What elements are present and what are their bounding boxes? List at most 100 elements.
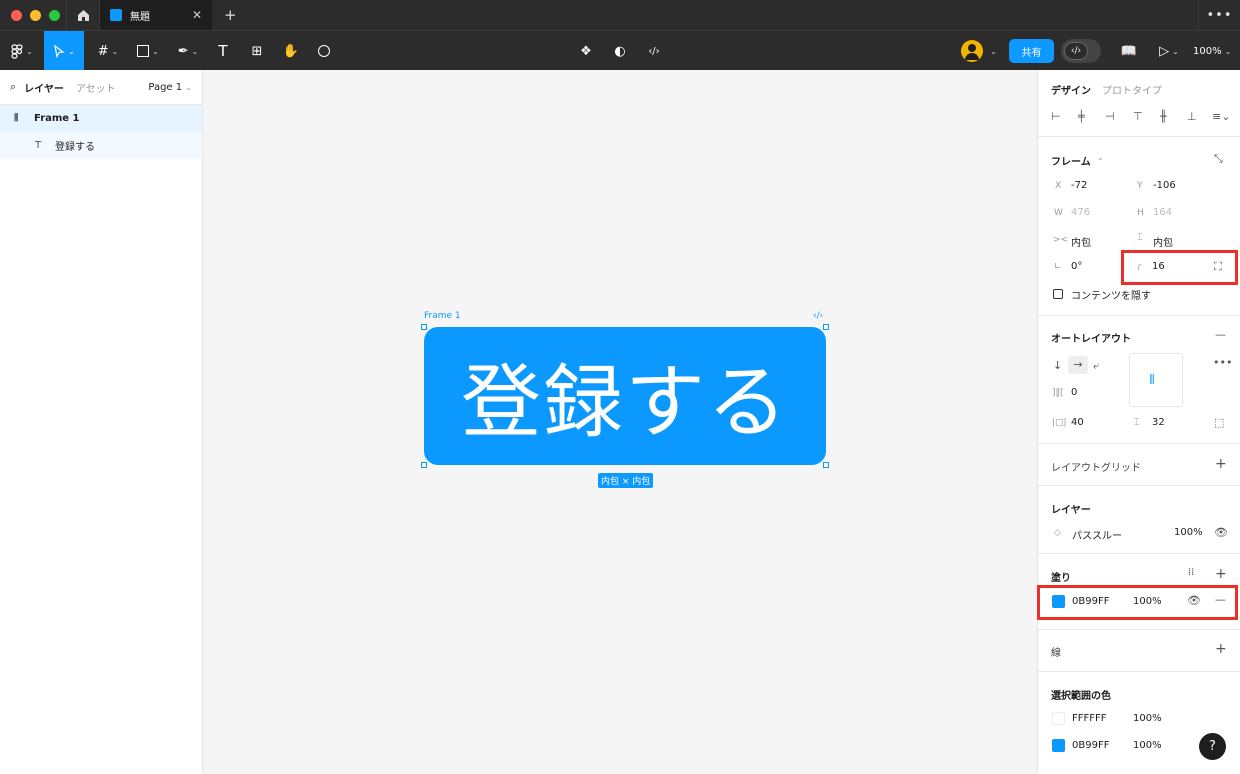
move-tool-button[interactable]: ⌄ bbox=[44, 31, 84, 71]
layer-row-frame[interactable]: ⦀ Frame 1 bbox=[0, 105, 202, 132]
color-hex[interactable]: 0B99FF bbox=[1072, 740, 1109, 751]
align-left-icon[interactable]: ⊢ bbox=[1051, 110, 1061, 123]
padding-horizontal-field[interactable]: 40 bbox=[1071, 417, 1084, 428]
styles-icon[interactable]: ⁞⁞ bbox=[1188, 567, 1194, 578]
new-tab-button[interactable]: + bbox=[212, 6, 237, 24]
layers-panel-header: ⌕ レイヤー アセット Page 1 ⌄ bbox=[0, 70, 202, 105]
design-header: デザイン プロトタイプ ⊢ ╪ ⊣ ⊤ ╫ ⊥ ≡⌄ bbox=[1038, 70, 1240, 137]
tab-design[interactable]: デザイン bbox=[1051, 82, 1091, 97]
remove-icon[interactable]: — bbox=[1215, 328, 1226, 341]
align-right-icon[interactable]: ⊣ bbox=[1105, 110, 1115, 123]
close-window-button[interactable] bbox=[11, 9, 22, 21]
chevron-down-icon: ⌄ bbox=[185, 82, 192, 92]
tab-layers[interactable]: レイヤー bbox=[24, 80, 64, 95]
frame-label[interactable]: Frame 1 bbox=[424, 311, 461, 321]
chevron-down-icon[interactable]: ⌄ bbox=[1097, 153, 1104, 162]
close-tab-icon[interactable]: ✕ bbox=[192, 8, 202, 22]
add-icon[interactable]: + bbox=[1215, 566, 1227, 582]
x-label: X bbox=[1055, 181, 1062, 191]
present-button[interactable]: ▷ ⌄ bbox=[1155, 31, 1183, 71]
avatar[interactable] bbox=[961, 40, 983, 62]
tab-assets[interactable]: アセット bbox=[76, 80, 116, 95]
autolayout-title[interactable]: オートレイアウト bbox=[1051, 330, 1131, 345]
resources-icon: ⊞ bbox=[251, 43, 263, 59]
direction-vertical-icon[interactable]: ↓ bbox=[1053, 359, 1062, 372]
highlight-fill-color bbox=[1037, 585, 1238, 620]
main-menu-button[interactable]: ⌄ bbox=[6, 31, 38, 71]
stroke-title: 線 bbox=[1051, 648, 1061, 659]
selection-colors-title: 選択範囲の色 bbox=[1051, 691, 1111, 702]
mask-button[interactable]: ◐ bbox=[610, 31, 630, 71]
layer-title: レイヤー bbox=[1051, 505, 1091, 516]
resize-handle-bottom-left[interactable] bbox=[421, 462, 427, 468]
share-button[interactable]: 共有 bbox=[1009, 39, 1054, 63]
padding-vertical-field[interactable]: 32 bbox=[1152, 417, 1165, 428]
align-top-icon[interactable]: ⊤ bbox=[1133, 110, 1143, 123]
x-field[interactable]: -72 bbox=[1071, 180, 1087, 191]
resize-handle-bottom-right[interactable] bbox=[823, 462, 829, 468]
rotation-icon: ∟ bbox=[1054, 262, 1062, 272]
zoom-menu[interactable]: 100% ⌄ bbox=[1193, 31, 1231, 71]
resources-button[interactable]: ⊞ bbox=[246, 31, 268, 71]
frame-code-icon[interactable]: ‹/› bbox=[813, 311, 823, 321]
frame-tool-button[interactable]: # ⌄ bbox=[92, 31, 124, 71]
hand-tool-button[interactable]: ✋ bbox=[280, 31, 302, 71]
color-hex[interactable]: FFFFFF bbox=[1072, 713, 1107, 724]
layer-row-text[interactable]: T 登録する bbox=[0, 132, 202, 159]
pen-icon: ✒ bbox=[177, 43, 189, 59]
autolayout-section: オートレイアウト — ↓ → ⤶ ⦀ ••• ]‖[ 0 |□| 40 ⌶ 32… bbox=[1038, 316, 1240, 444]
shape-tool-button[interactable]: ⌄ bbox=[132, 31, 164, 71]
library-button[interactable]: 📖 bbox=[1118, 31, 1140, 71]
align-center-h-icon[interactable]: ╪ bbox=[1078, 110, 1085, 123]
text-tool-button[interactable]: T bbox=[212, 31, 234, 71]
more-icon[interactable]: ••• bbox=[1213, 356, 1232, 369]
alignment-box[interactable]: ⦀ bbox=[1129, 353, 1183, 407]
clip-content-checkbox[interactable] bbox=[1053, 289, 1063, 299]
align-bottom-icon[interactable]: ⊥ bbox=[1187, 110, 1197, 123]
button-frame[interactable]: 登録する bbox=[424, 327, 826, 465]
h-field[interactable]: 164 bbox=[1153, 207, 1172, 218]
blend-mode-select[interactable]: パススルー bbox=[1072, 527, 1122, 542]
stroke-section: 線 + bbox=[1038, 630, 1240, 672]
search-icon[interactable]: ⌕ bbox=[10, 80, 16, 94]
add-icon[interactable]: + bbox=[1215, 456, 1227, 472]
component-button[interactable]: ❖ bbox=[576, 31, 596, 71]
comment-tool-button[interactable] bbox=[314, 31, 334, 71]
wrap-icon[interactable]: ⤶ bbox=[1093, 359, 1099, 373]
tab-prototype[interactable]: プロトタイプ bbox=[1102, 82, 1162, 97]
document-tab[interactable]: 無題 ✕ bbox=[100, 0, 212, 30]
code-button[interactable]: ‹/› bbox=[644, 31, 664, 71]
direction-horizontal-icon[interactable]: → bbox=[1068, 356, 1088, 374]
maximize-window-button[interactable] bbox=[49, 9, 60, 21]
color-swatch[interactable] bbox=[1052, 712, 1065, 725]
more-icon[interactable]: ••• bbox=[1198, 0, 1240, 30]
align-center-v-icon[interactable]: ╫ bbox=[1160, 110, 1167, 123]
gap-field[interactable]: 0 bbox=[1071, 387, 1077, 398]
resize-handle-top-left[interactable] bbox=[421, 324, 427, 330]
button-text[interactable]: 登録する bbox=[461, 338, 789, 454]
distribute-icon[interactable]: ≡⌄ bbox=[1212, 110, 1230, 123]
home-tab[interactable] bbox=[66, 0, 100, 30]
dev-mode-toggle[interactable]: ‹/› bbox=[1061, 39, 1101, 63]
resize-handle-top-right[interactable] bbox=[823, 324, 829, 330]
layer-opacity-field[interactable]: 100% bbox=[1174, 527, 1203, 538]
design-panel: デザイン プロトタイプ ⊢ ╪ ⊣ ⊤ ╫ ⊥ ≡⌄ フレーム ⌄ ⤡ X -7… bbox=[1037, 70, 1240, 774]
w-field[interactable]: 476 bbox=[1071, 207, 1090, 218]
vertical-resize-select[interactable]: 内包 bbox=[1153, 234, 1173, 249]
collapse-icon[interactable]: ⤡ bbox=[1214, 152, 1223, 166]
add-icon[interactable]: + bbox=[1215, 641, 1227, 657]
avatar-menu-button[interactable]: ⌄ bbox=[986, 31, 998, 71]
color-opacity[interactable]: 100% bbox=[1133, 740, 1162, 751]
eye-icon[interactable]: 👁 bbox=[1214, 526, 1228, 539]
page-selector[interactable]: Page 1 ⌄ bbox=[148, 82, 192, 93]
minimize-window-button[interactable] bbox=[30, 9, 41, 21]
individual-padding-icon[interactable]: ⬚ bbox=[1214, 416, 1224, 429]
rotation-field[interactable]: 0° bbox=[1071, 261, 1082, 272]
color-swatch[interactable] bbox=[1052, 739, 1065, 752]
horizontal-resize-select[interactable]: 内包 bbox=[1071, 234, 1091, 249]
help-button[interactable]: ? bbox=[1199, 733, 1226, 760]
frame-section-title[interactable]: フレーム bbox=[1051, 153, 1091, 168]
color-opacity[interactable]: 100% bbox=[1133, 713, 1162, 724]
pen-tool-button[interactable]: ✒ ⌄ bbox=[172, 31, 204, 71]
y-field[interactable]: -106 bbox=[1153, 180, 1176, 191]
